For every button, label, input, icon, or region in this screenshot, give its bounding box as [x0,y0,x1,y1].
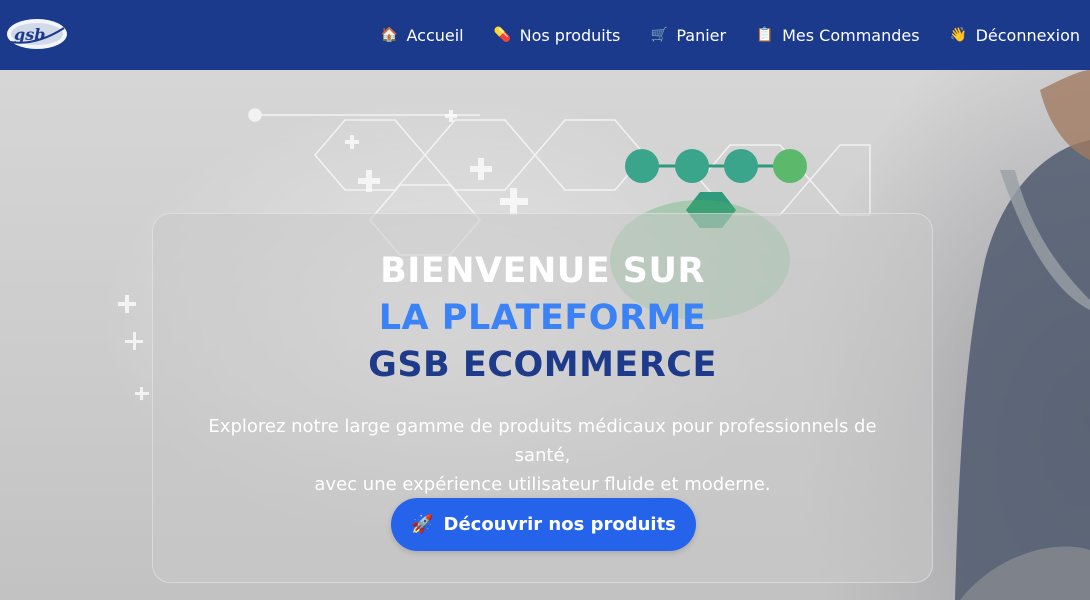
rocket-icon: 🚀 [411,514,434,535]
clipboard-icon: 📋 [756,27,774,43]
wave-icon: 👋 [949,27,968,43]
nav-item-label: Déconnexion [975,25,1080,45]
nav-item-label: Panier [676,25,727,45]
cart-icon: 🛒 [650,27,669,43]
nav-item-label: Nos produits [519,25,621,45]
nav-item-mes-commandes[interactable]: 📋 Mes Commandes [756,26,919,45]
nav-item-panier[interactable]: 🛒 Panier [650,26,726,45]
cta-label: Découvrir nos produits [443,514,676,535]
svg-text:gsb: gsb [14,25,45,44]
title-line-3: GSB ECOMMERCE [368,345,717,385]
subtitle-line-2: avec une expérience utilisateur fluide e… [314,474,771,495]
welcome-card: BIENVENUE SUR LA PLATEFORME GSB ECOMMERC… [152,213,933,583]
home-icon: 🏠 [380,27,399,43]
nav-item-label: Mes Commandes [782,25,920,45]
gsb-logo[interactable]: gsb [6,16,68,52]
hero-subtitle: Explorez notre large gamme de produits m… [183,412,903,499]
nav-item-deconnexion[interactable]: 👋 Déconnexion [950,26,1080,45]
top-navbar: gsb 🏠 Accueil 💊 Nos produits 🛒 Panier 📋 … [0,0,1090,70]
nav-item-nos-produits[interactable]: 💊 Nos produits [493,25,621,45]
hero-section: BIENVENUE SUR LA PLATEFORME GSB ECOMMERC… [0,70,1090,600]
discover-products-button[interactable]: 🚀 Découvrir nos produits [391,498,696,551]
nav-item-label: Accueil [406,25,464,45]
title-line-2: LA PLATEFORME [378,298,707,338]
title-line-1: BIENVENUE SUR [380,251,705,291]
page-title: BIENVENUE SUR LA PLATEFORME GSB ECOMMERC… [153,248,932,389]
pill-icon: 💊 [493,27,512,43]
nav-menu: 🏠 Accueil 💊 Nos produits 🛒 Panier 📋 Mes … [380,0,1080,70]
subtitle-line-1: Explorez notre large gamme de produits m… [208,416,877,466]
nav-item-accueil[interactable]: 🏠 Accueil [380,25,464,45]
